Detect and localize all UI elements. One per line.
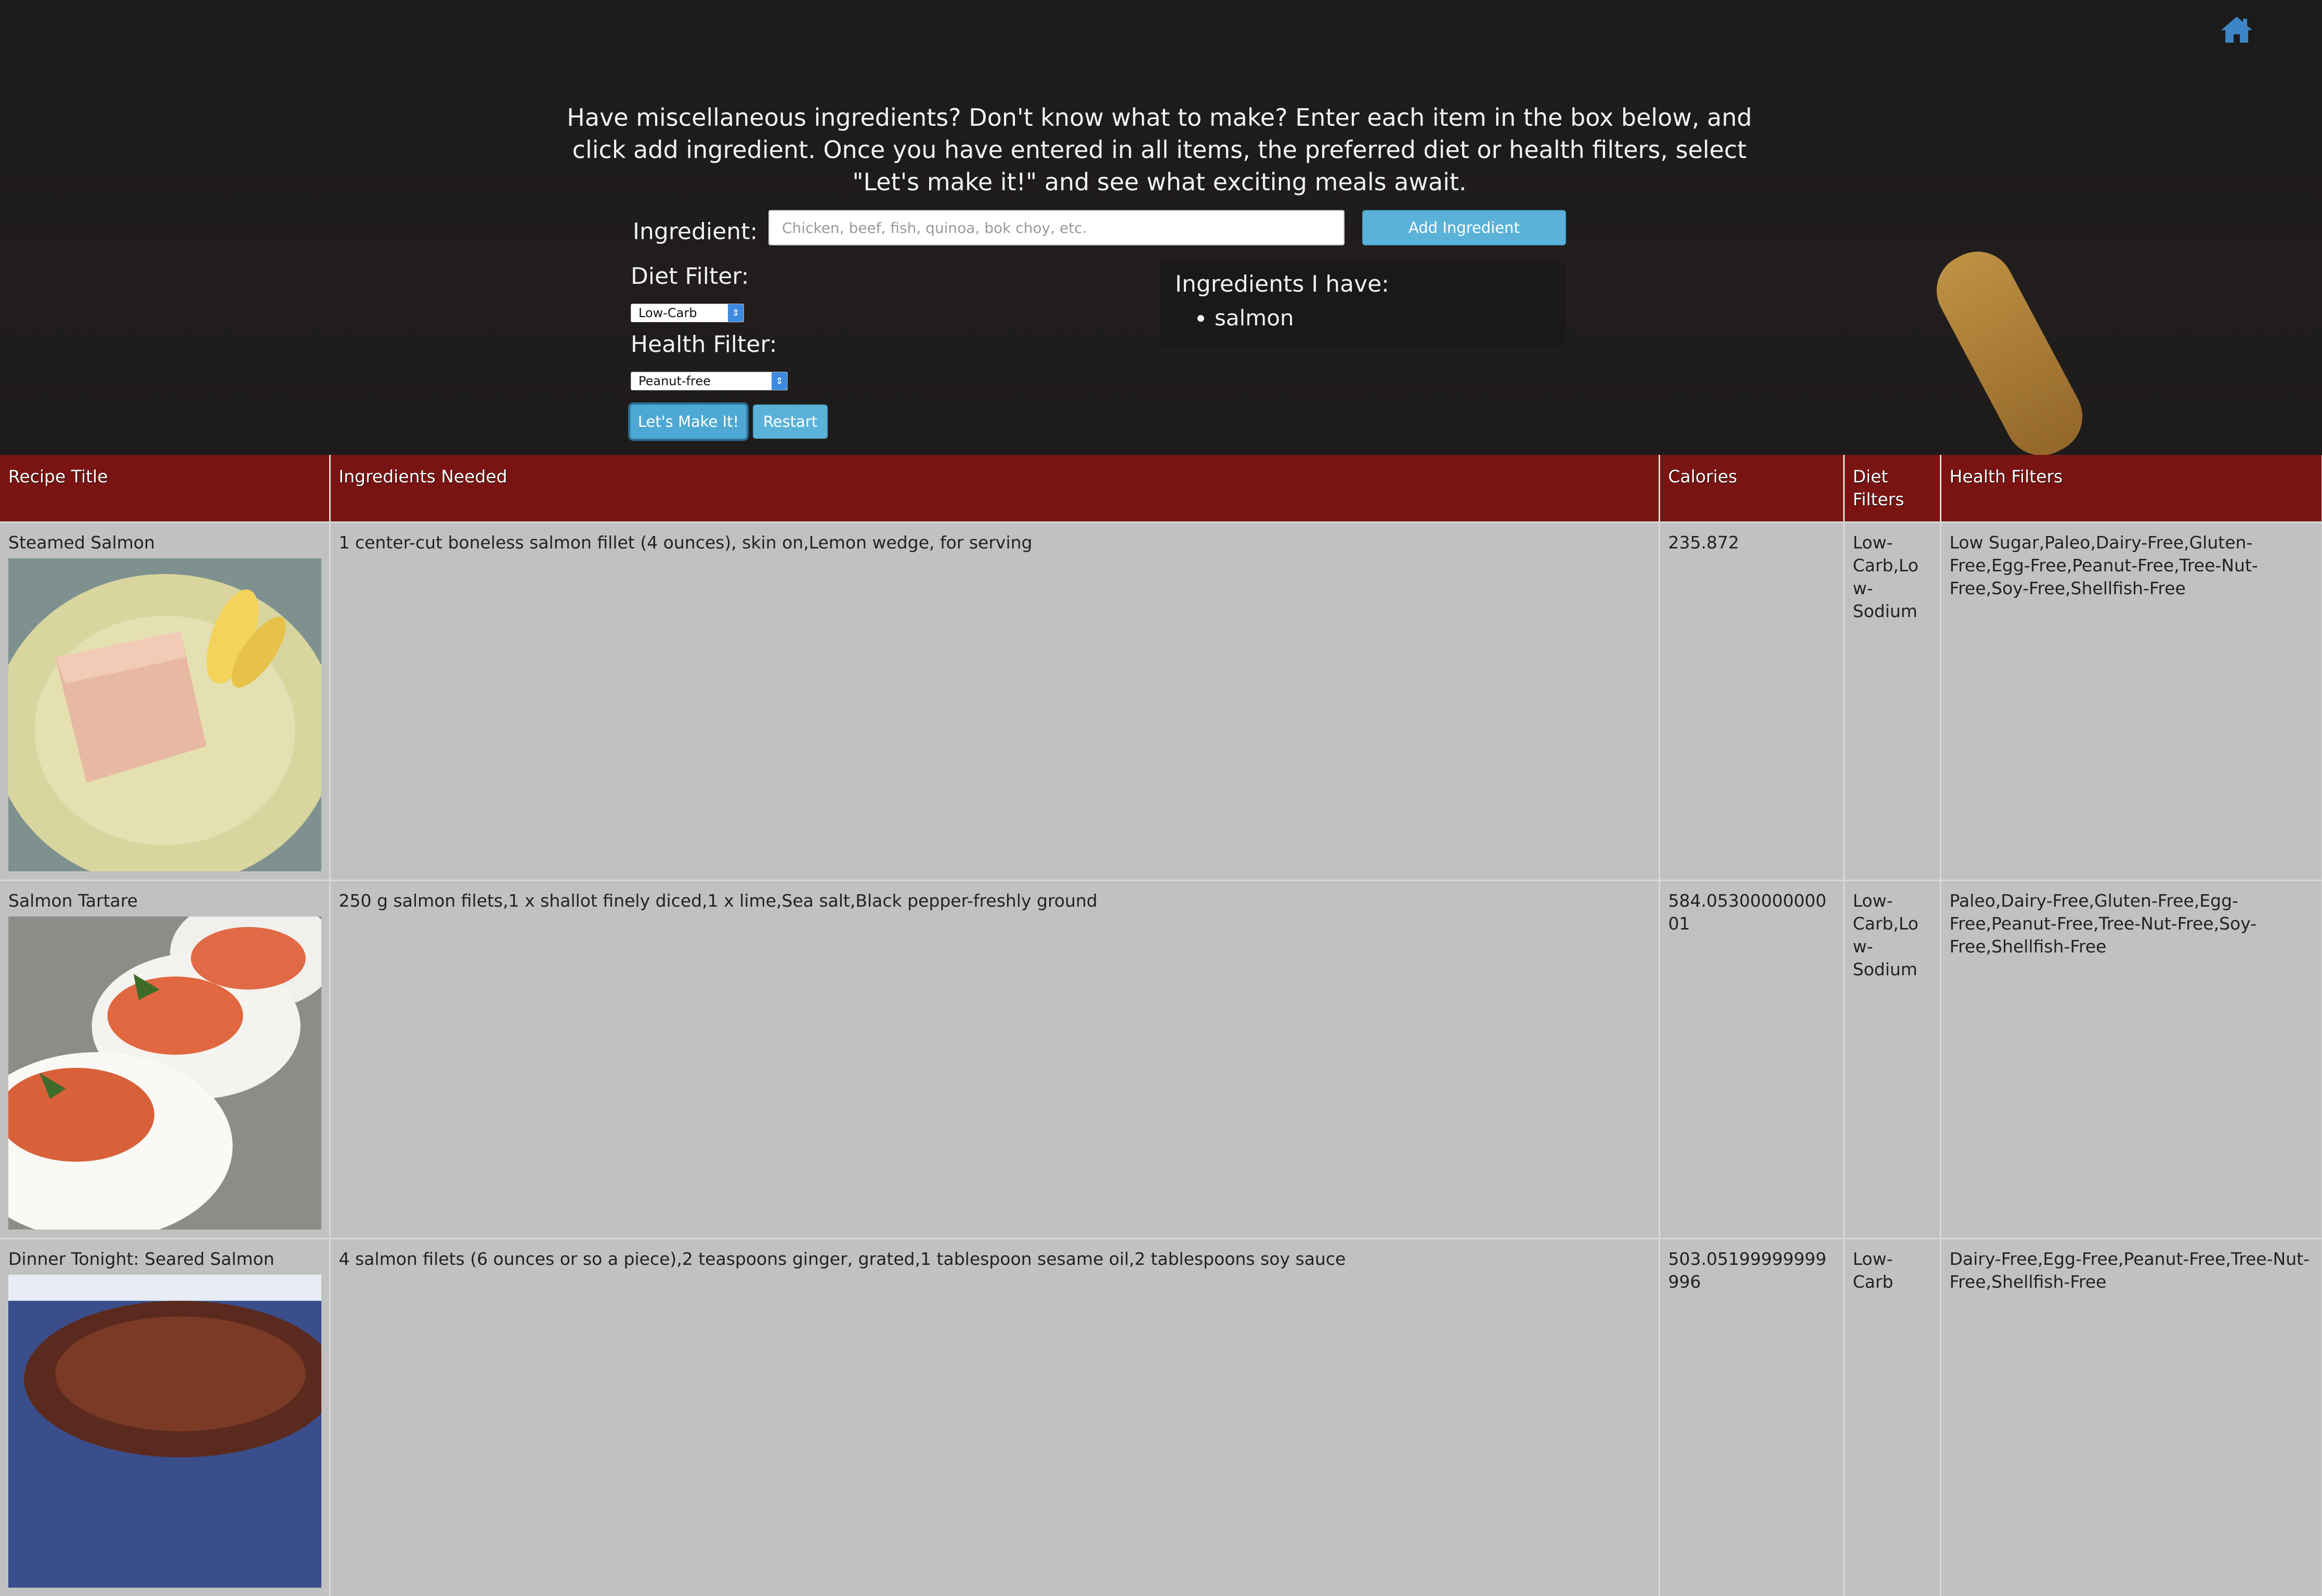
- recipe-image[interactable]: [8, 1275, 321, 1588]
- health-filters-cell: Dairy-Free,Egg-Free,Peanut-Free,Tree-Nut…: [1940, 1239, 2322, 1596]
- table-header-row: Recipe Title Ingredients Needed Calories…: [0, 455, 2322, 522]
- diet-filters-cell: Low-Carb: [1844, 1239, 1940, 1596]
- header-calories: Calories: [1659, 455, 1844, 522]
- hero-background-food: [1924, 239, 2095, 455]
- ingredients-have-title: Ingredients I have:: [1175, 271, 1550, 297]
- header-health-filters: Health Filters: [1940, 455, 2322, 522]
- diet-filter-select[interactable]: Low-Carb ⇕: [631, 304, 744, 322]
- diet-filter-label: Diet Filter:: [631, 263, 749, 290]
- diet-filters-cell: Low-Carb,Low-Sodium: [1844, 522, 1940, 881]
- recipe-title: Steamed Salmon: [8, 531, 321, 554]
- recipe-title: Salmon Tartare: [8, 889, 321, 912]
- ingredient-label: Ingredient:: [633, 218, 758, 245]
- recipes-table: Recipe Title Ingredients Needed Calories…: [0, 455, 2322, 1596]
- restart-button[interactable]: Restart: [753, 404, 828, 439]
- diet-filter-value: Low-Carb: [638, 306, 697, 320]
- calories-cell: 584.0530000000001: [1659, 881, 1844, 1239]
- ingredients-have-panel: Ingredients I have: salmon: [1160, 263, 1565, 346]
- recipe-cell: Steamed Salmon: [0, 522, 330, 881]
- ingredient-input[interactable]: [768, 210, 1345, 245]
- add-ingredient-button[interactable]: Add Ingredient: [1362, 210, 1566, 245]
- recipe-title: Dinner Tonight: Seared Salmon: [8, 1248, 321, 1271]
- recipe-cell: Dinner Tonight: Seared Salmon: [0, 1239, 330, 1596]
- health-filters-cell: Paleo,Dairy-Free,Gluten-Free,Egg-Free,Pe…: [1940, 881, 2322, 1239]
- ingredients-cell: 1 center-cut boneless salmon fillet (4 o…: [330, 522, 1659, 881]
- ingredients-cell: 250 g salmon filets,1 x shallot finely d…: [330, 881, 1659, 1239]
- diet-filters-cell: Low-Carb,Low-Sodium: [1844, 881, 1940, 1239]
- table-row: Salmon Tartare 250 g salmon filets,1 x s…: [0, 881, 2322, 1239]
- health-filter-label: Health Filter:: [631, 331, 777, 358]
- recipe-image[interactable]: [8, 917, 321, 1229]
- header-ingredients-needed: Ingredients Needed: [330, 455, 1659, 522]
- ingredients-have-list: salmon: [1175, 304, 1550, 333]
- health-filter-select[interactable]: Peanut-free ⇕: [631, 372, 788, 390]
- recipe-image[interactable]: [8, 558, 321, 871]
- health-filter-value: Peanut-free: [638, 374, 711, 388]
- ingredients-cell: 4 salmon filets (6 ounces or so a piece)…: [330, 1239, 1659, 1596]
- header-diet-filters: Diet Filters: [1844, 455, 1940, 522]
- calories-cell: 235.872: [1659, 522, 1844, 881]
- home-icon[interactable]: [2220, 15, 2253, 44]
- list-item: salmon: [1215, 304, 1550, 333]
- header-recipe-title: Recipe Title: [0, 455, 330, 522]
- table-row: Dinner Tonight: Seared Salmon 4 salmon f…: [0, 1239, 2322, 1596]
- health-filters-cell: Low Sugar,Paleo,Dairy-Free,Gluten-Free,E…: [1940, 522, 2322, 881]
- recipe-cell: Salmon Tartare: [0, 881, 330, 1239]
- chevron-updown-icon: ⇕: [772, 372, 787, 390]
- lets-make-it-button[interactable]: Let's Make It!: [630, 404, 747, 439]
- intro-text: Have miscellaneous ingredients? Don't kn…: [567, 101, 1752, 198]
- chevron-updown-icon: ⇕: [728, 304, 743, 322]
- calories-cell: 503.05199999999996: [1659, 1239, 1844, 1596]
- table-row: Steamed Salmon 1 center-cut boneless sal…: [0, 522, 2322, 881]
